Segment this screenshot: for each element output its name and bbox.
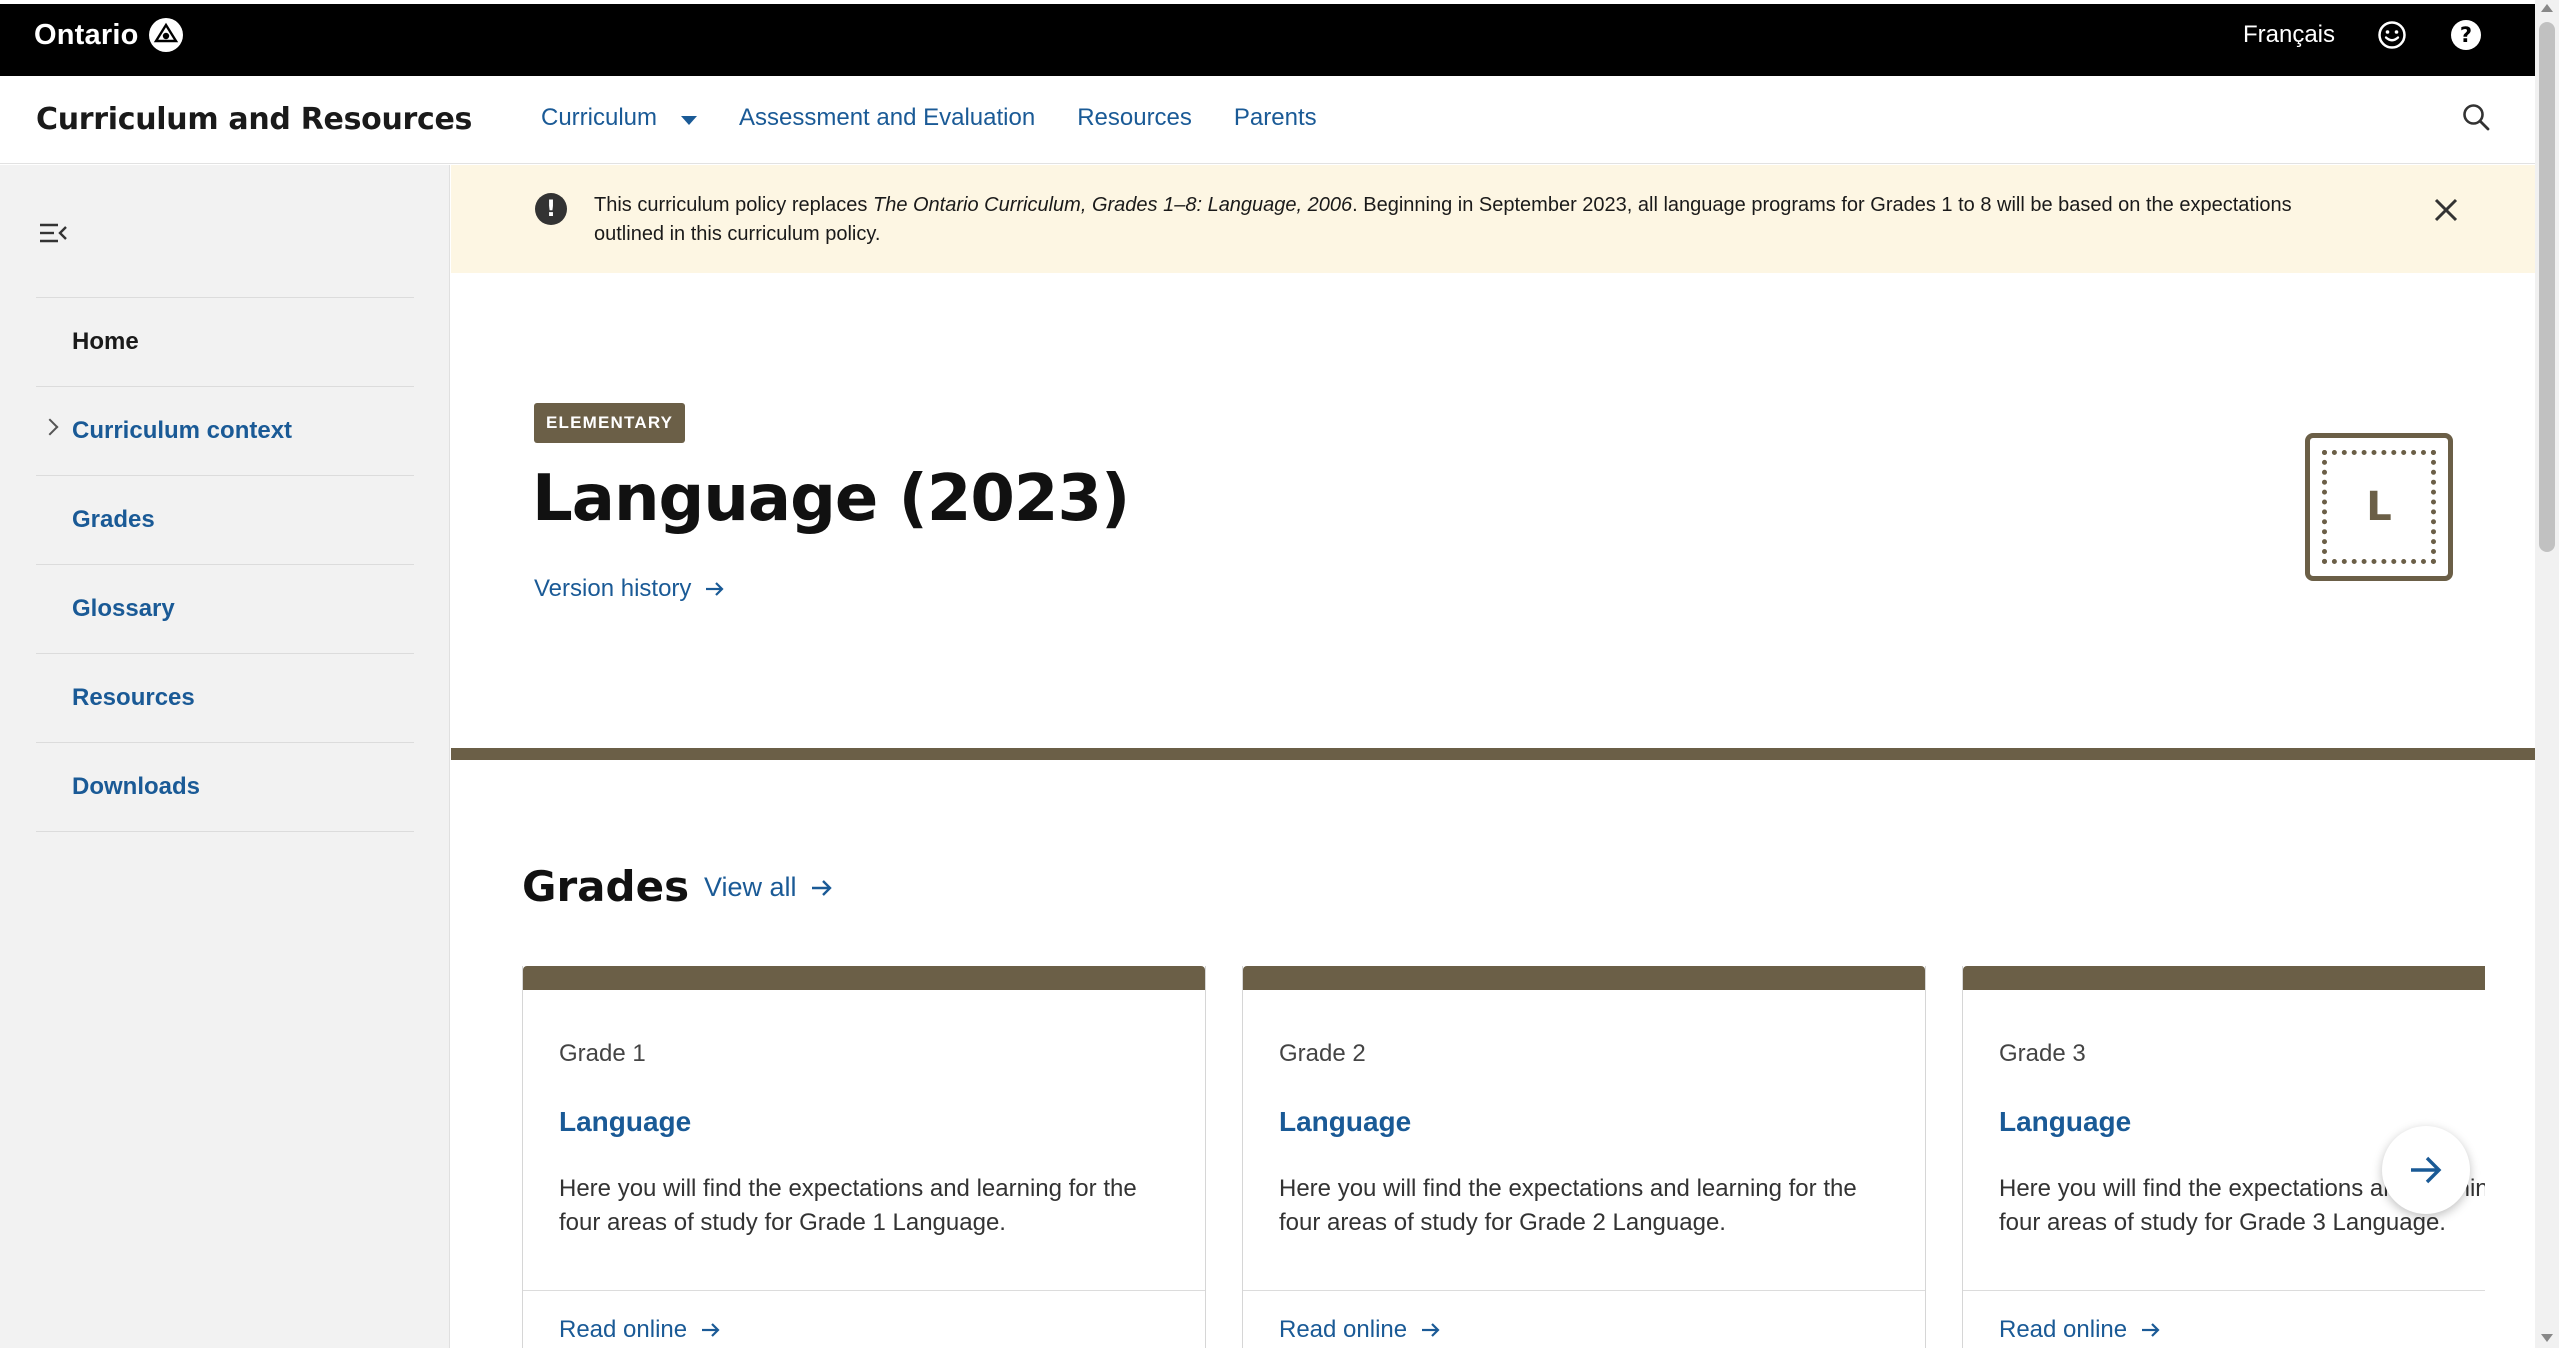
arrow-right-icon <box>2142 1323 2160 1337</box>
card-accent-bar <box>523 966 1205 990</box>
arrow-right-icon <box>702 1323 720 1337</box>
card-title-link[interactable]: Language <box>1279 1106 1411 1138</box>
smiley-icon[interactable] <box>2375 18 2409 52</box>
card-description: Here you will find the expectations and … <box>559 1175 1137 1236</box>
arrow-right-icon <box>1422 1323 1440 1337</box>
close-icon[interactable] <box>2431 195 2461 225</box>
card-footer-divider <box>1243 1290 1925 1291</box>
card-footer-divider <box>1963 1290 2485 1291</box>
page-title: Language (2023) <box>532 462 1130 536</box>
card-grade-label: Grade 3 <box>1999 1040 2086 1067</box>
read-online-link[interactable]: Read online <box>1279 1316 1441 1344</box>
nav-curriculum-label: Curriculum <box>541 104 658 131</box>
sidebar-item-label: Grades <box>72 506 155 533</box>
sidebar-item-label: Curriculum context <box>72 417 293 444</box>
policy-notice-banner: ! This curriculum policy replaces The On… <box>451 165 2535 273</box>
page-scrollbar[interactable] <box>2535 0 2559 1348</box>
chevron-down-icon <box>681 115 698 125</box>
banner-text-start: This curriculum policy replaces <box>594 194 873 216</box>
scroll-down-icon[interactable] <box>2541 1334 2553 1342</box>
grades-section-title: Grades <box>522 862 690 911</box>
card-title-link[interactable]: Language <box>1999 1106 2131 1138</box>
nav-curriculum-dropdown[interactable]: Curriculum <box>541 104 698 132</box>
sidebar-item-label: Resources <box>72 684 195 711</box>
sidebar-item-label: Downloads <box>72 773 201 800</box>
section-divider <box>451 748 2535 760</box>
alert-icon: ! <box>535 193 567 225</box>
sidebar-item-curriculum-context[interactable]: Curriculum context <box>36 387 414 476</box>
card-description: Here you will find the expectations and … <box>1279 1175 1857 1236</box>
sidebar-item-label: Glossary <box>72 595 175 622</box>
arrow-right-icon <box>706 582 724 596</box>
sidebar-item-downloads[interactable]: Downloads <box>36 743 414 832</box>
grades-carousel: Grade 1 Language Here you will find the … <box>522 966 2485 1348</box>
version-history-label: Version history <box>534 575 692 602</box>
sidebar-item-home[interactable]: Home <box>36 298 414 387</box>
banner-message: This curriculum policy replaces The Onta… <box>594 191 2294 249</box>
version-history-link[interactable]: Version history <box>534 575 725 603</box>
view-all-grades-link[interactable]: View all <box>704 872 833 903</box>
read-online-link[interactable]: Read online <box>1999 1316 2161 1344</box>
grade-card: Grade 2 Language Here you will find the … <box>1242 966 1926 1348</box>
subject-letter: L <box>2322 450 2436 564</box>
sidebar-nav-list: Home Curriculum context Grades Glossary … <box>36 297 414 832</box>
sidebar-item-resources[interactable]: Resources <box>36 654 414 743</box>
subject-letter-icon: L <box>2305 433 2453 581</box>
search-icon[interactable] <box>2461 102 2495 136</box>
sidebar: Home Curriculum context Grades Glossary … <box>0 165 450 1348</box>
nav-resources-link[interactable]: Resources <box>1077 104 1192 132</box>
ontario-topbar: Ontario Français ? <box>0 0 2535 76</box>
site-header: Curriculum and Resources Curriculum Asse… <box>0 76 2535 164</box>
nav-assessment-link[interactable]: Assessment and Evaluation <box>739 104 1035 132</box>
level-badge: ELEMENTARY <box>534 403 686 443</box>
grade-card: Grade 1 Language Here you will find the … <box>522 966 1206 1348</box>
card-footer-divider <box>523 1290 1205 1291</box>
card-accent-bar <box>1243 966 1925 990</box>
chevron-right-icon[interactable] <box>41 418 59 436</box>
site-title-link[interactable]: Curriculum and Resources <box>36 102 472 137</box>
nav-parents-link[interactable]: Parents <box>1234 104 1317 132</box>
card-grade-label: Grade 1 <box>559 1040 646 1067</box>
arrow-right-icon <box>811 879 832 896</box>
carousel-next-button[interactable] <box>2382 1126 2470 1214</box>
card-grade-label: Grade 2 <box>1279 1040 1366 1067</box>
read-online-link[interactable]: Read online <box>559 1316 721 1344</box>
sidebar-item-grades[interactable]: Grades <box>36 476 414 565</box>
ontario-logo-link[interactable]: Ontario <box>34 18 183 52</box>
scroll-up-icon[interactable] <box>2541 4 2553 12</box>
sidebar-item-glossary[interactable]: Glossary <box>36 565 414 654</box>
brand-name: Ontario <box>34 18 139 51</box>
help-icon[interactable]: ? <box>2449 18 2483 52</box>
card-title-link[interactable]: Language <box>559 1106 691 1138</box>
main-navigation: Curriculum Assessment and Evaluation Res… <box>541 104 1317 132</box>
trillium-logo-icon <box>148 18 183 52</box>
read-online-label: Read online <box>559 1316 688 1343</box>
arrow-right-icon <box>2411 1156 2442 1184</box>
svg-text:?: ? <box>2460 23 2472 47</box>
scrollbar-thumb[interactable] <box>2539 22 2555 552</box>
read-online-label: Read online <box>1279 1316 1408 1343</box>
read-online-label: Read online <box>1999 1316 2128 1343</box>
card-accent-bar <box>1963 966 2485 990</box>
sidebar-item-label: Home <box>72 328 139 355</box>
banner-text-italic: The Ontario Curriculum, Grades 1–8: Lang… <box>872 194 1353 216</box>
view-all-label: View all <box>704 872 797 902</box>
language-toggle-link[interactable]: Français <box>2243 21 2335 49</box>
collapse-sidebar-icon[interactable] <box>38 221 70 247</box>
